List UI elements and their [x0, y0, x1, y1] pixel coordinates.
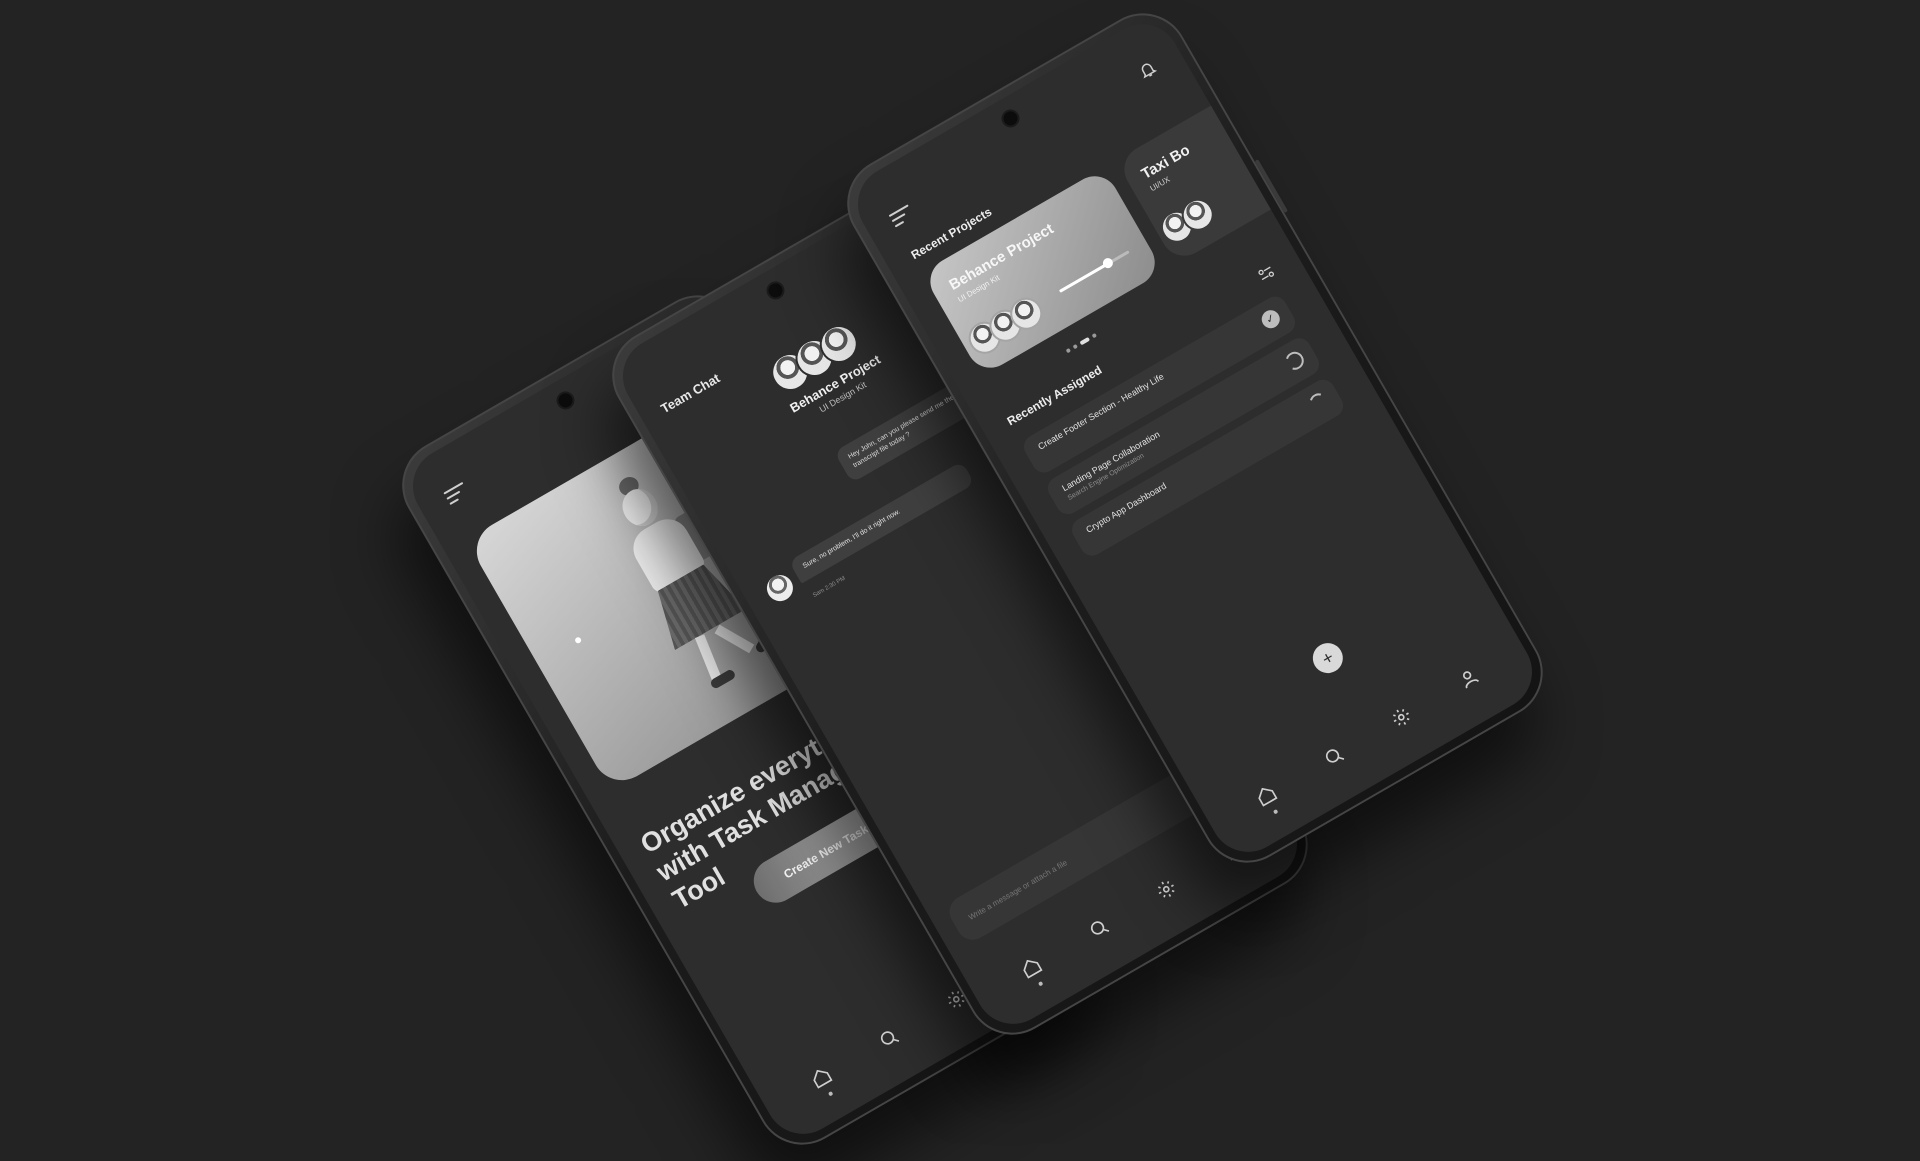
task-started-icon — [1306, 390, 1332, 415]
project-avatars — [1155, 192, 1222, 249]
search-icon[interactable] — [871, 1021, 907, 1057]
avatar — [762, 570, 798, 606]
project-progress-fill — [1058, 262, 1109, 293]
illustration-leg — [694, 634, 722, 681]
front-camera — [765, 280, 786, 300]
add-task-button[interactable]: + — [1307, 637, 1349, 679]
incoming-message-time: Sam 2:30 PM — [812, 575, 847, 599]
carousel-dot — [1065, 347, 1072, 354]
settings-icon[interactable] — [1149, 872, 1185, 908]
menu-icon[interactable] — [888, 204, 916, 229]
bottom-nav — [1189, 608, 1546, 866]
settings-icon[interactable] — [1384, 700, 1420, 736]
home-icon[interactable] — [1248, 778, 1284, 815]
front-camera — [555, 390, 576, 410]
home-icon[interactable] — [1013, 950, 1049, 987]
home-icon[interactable] — [803, 1060, 839, 1097]
active-indicator — [827, 1091, 834, 1097]
active-indicator — [1037, 981, 1044, 987]
incoming-message: Sure, no problem, I'll do it right now. — [788, 461, 975, 584]
menu-icon[interactable] — [443, 481, 470, 507]
active-indicator — [1272, 809, 1279, 815]
project-card[interactable]: Behance Project UI Design Kit — [921, 167, 1164, 377]
project-avatars — [962, 291, 1051, 360]
task-progress-icon — [1282, 348, 1308, 374]
chat-header-label: Team Chat — [658, 370, 723, 417]
search-icon[interactable] — [1081, 911, 1117, 947]
carousel-indicator — [1059, 324, 1101, 359]
bell-icon[interactable] — [1135, 57, 1160, 82]
project-progress-bar — [1058, 250, 1130, 293]
illustration-leg — [714, 624, 755, 654]
mockup-scene: Organize everything with Task Management… — [0, 0, 1920, 1161]
task-done-icon: ✓ — [1258, 306, 1284, 332]
carousel-dot — [1072, 343, 1079, 350]
decorative-dot — [574, 636, 583, 645]
carousel-dot — [1091, 332, 1098, 339]
filter-icon[interactable] — [1256, 263, 1277, 283]
carousel-dot — [1079, 336, 1091, 346]
front-camera — [1000, 108, 1021, 128]
search-icon[interactable] — [1316, 739, 1352, 775]
profile-icon[interactable] — [1451, 661, 1487, 697]
